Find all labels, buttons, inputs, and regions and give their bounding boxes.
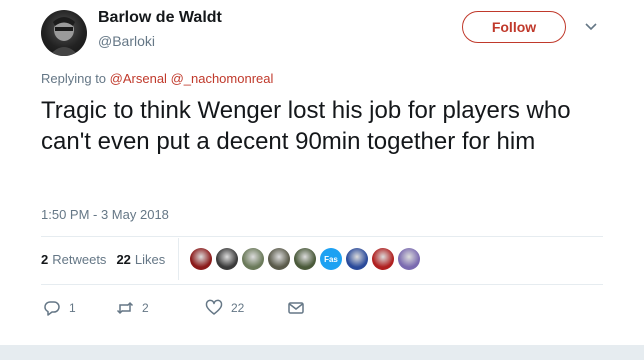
direct-message-button[interactable] — [287, 299, 305, 317]
liker-avatars: Fas — [190, 248, 424, 270]
author-avatar[interactable] — [41, 10, 87, 56]
avatar-liker-7[interactable] — [346, 248, 368, 270]
heart-icon — [205, 299, 223, 315]
divider — [41, 236, 603, 237]
retweet-count: 2 — [142, 301, 149, 315]
mention-link[interactable]: @Arsenal — [110, 71, 167, 86]
retweet-button[interactable]: 2 — [116, 299, 205, 317]
reply-button[interactable]: 1 — [43, 299, 116, 317]
chevron-down-icon[interactable] — [583, 18, 599, 34]
envelope-icon — [288, 302, 304, 314]
retweets-count: 2 — [41, 252, 49, 267]
replying-to-label: Replying to — [41, 71, 110, 86]
liker-avatar-label: Fas — [324, 254, 338, 264]
avatar-icon — [49, 17, 79, 56]
reply-icon — [44, 301, 60, 316]
tweet-actions: 1 2 22 — [43, 299, 305, 317]
divider — [41, 284, 603, 285]
retweets-label: Retweets — [52, 252, 107, 267]
retweets-stat[interactable]: 2 Retweets — [41, 252, 106, 267]
avatar-liker-6[interactable]: Fas — [320, 248, 342, 270]
avatar-liker-8[interactable] — [372, 248, 394, 270]
likes-count: 22 — [116, 252, 131, 267]
like-button[interactable]: 22 — [205, 299, 287, 317]
reply-count: 1 — [69, 301, 76, 315]
avatar-liker-9[interactable] — [398, 248, 420, 270]
likes-stat[interactable]: 22 Likes — [116, 252, 165, 267]
avatar-liker-5[interactable] — [294, 248, 316, 270]
likes-label: Likes — [134, 252, 166, 267]
mention-link[interactable]: @_nachomonreal — [171, 71, 274, 86]
follow-button[interactable]: Follow — [462, 11, 566, 43]
retweet-icon — [116, 301, 134, 315]
engagement-stats: 2 Retweets 22 Likes — [41, 252, 175, 267]
tweet-timestamp[interactable]: 1:50 PM - 3 May 2018 — [41, 207, 169, 222]
avatar-liker-4[interactable] — [268, 248, 290, 270]
avatar-liker-3[interactable] — [242, 248, 264, 270]
replying-to: Replying to @Arsenal @_nachomonreal — [41, 71, 273, 86]
author-name[interactable]: Barlow de Waldt — [98, 9, 222, 27]
page-footer-bar — [0, 345, 644, 360]
stats-separator — [178, 238, 179, 280]
like-count: 22 — [231, 301, 245, 315]
avatar-liker-2[interactable] — [216, 248, 238, 270]
author-handle[interactable]: @Barloki — [98, 33, 155, 49]
tweet-text: Tragic to think Wenger lost his job for … — [41, 97, 571, 155]
avatar-liker-1[interactable] — [190, 248, 212, 270]
